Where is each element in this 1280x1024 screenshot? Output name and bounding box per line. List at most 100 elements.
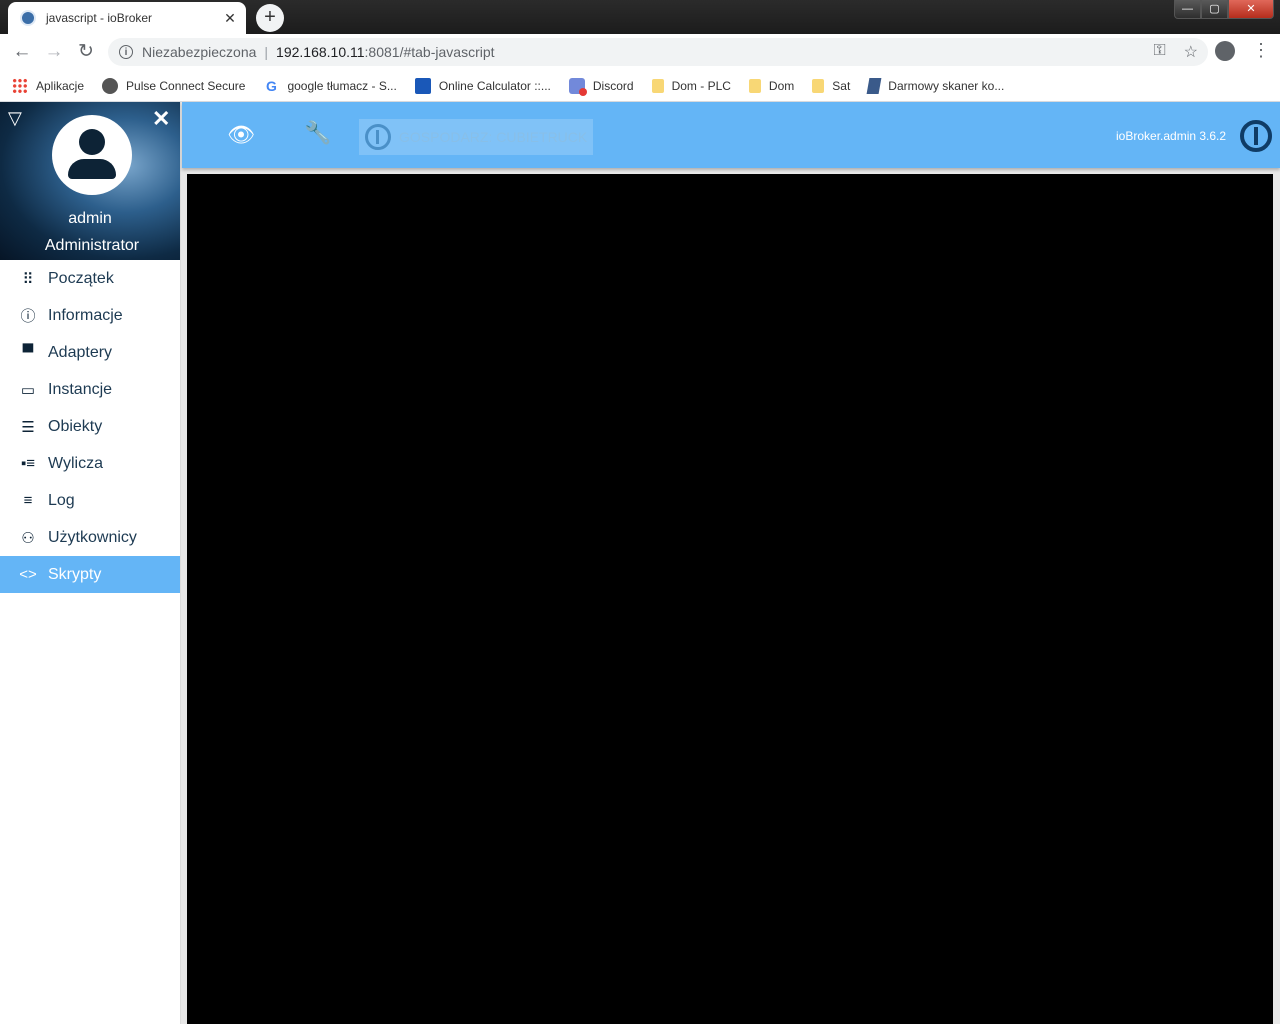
bookmark-label: Dom - PLC — [671, 78, 731, 93]
user-icon: ⚇ — [21, 529, 35, 547]
bookmarks-bar: Aplikacje Pulse Connect Secure G google … — [0, 70, 1280, 102]
close-window-button[interactable]: ✕ — [1228, 0, 1274, 19]
minimize-button[interactable]: — — [1174, 0, 1201, 19]
apps-icon — [12, 77, 28, 94]
bookmark-label: Sat — [832, 78, 851, 93]
security-label: Niezabezpieczona — [142, 44, 257, 60]
bookmark-sat[interactable]: Sat — [812, 78, 851, 93]
menu-item-label: Instancje — [48, 380, 113, 398]
menu-item-log[interactable]: ≡ Log — [0, 482, 180, 519]
log-icon: ≡ — [23, 492, 33, 509]
menu-item-wylicza[interactable]: ▪≡ Wylicza — [0, 445, 180, 482]
instances-icon: ▭ — [20, 381, 36, 399]
menu-item-label: Informacje — [48, 306, 123, 324]
menu-item-label: Skrypty — [48, 565, 102, 583]
bookmark-scanner[interactable]: Darmowy skaner ko... — [866, 77, 1005, 94]
scanner-icon — [866, 77, 882, 94]
iobroker-favicon-icon — [20, 10, 36, 26]
menu-item-poczatek[interactable]: ⠿ Początek — [0, 260, 180, 297]
app-bar: 👁 🔧 GOSPODARZ: CUBIETRUCK ioBroker.admin… — [182, 102, 1280, 168]
folder-icon — [812, 78, 825, 93]
user-group: Administrator — [44, 237, 140, 254]
profile-icon[interactable] — [1215, 41, 1235, 61]
menu-item-label: Log — [48, 491, 75, 509]
new-tab-button[interactable]: + — [256, 4, 284, 32]
admin-version: ioBroker.admin 3.6.2 — [1116, 129, 1227, 143]
folder-icon — [651, 78, 664, 93]
menu-item-uzytkownicy[interactable]: ⚇ Użytkownicy — [0, 519, 180, 556]
menu-item-label: Obiekty — [48, 417, 103, 435]
address-bar[interactable]: i Niezabezpieczona | 192.168.10.11:8081/… — [108, 38, 1208, 66]
menu-item-obiekty[interactable]: ☰ Obiekty — [0, 408, 180, 445]
bookmark-google-translate[interactable]: G google tłumacz - S... — [263, 77, 397, 94]
script-editor-frame[interactable] — [187, 174, 1273, 1024]
bookmark-dom-plc[interactable]: Dom - PLC — [651, 78, 731, 93]
code-icon: <> — [19, 566, 37, 583]
bookmark-pulse[interactable]: Pulse Connect Secure — [102, 77, 246, 94]
tab-title: javascript - ioBroker — [46, 11, 153, 25]
address-path: :8081/#tab-javascript — [364, 44, 495, 60]
menu-item-adaptery[interactable]: ▀ Adaptery — [0, 334, 180, 371]
menu-item-instancje[interactable]: ▭ Instancje — [0, 371, 180, 408]
tab-close-icon[interactable]: ✕ — [220, 10, 240, 27]
menu-icon[interactable]: ⋮ — [1252, 40, 1270, 61]
eye-icon[interactable]: 👁 — [227, 122, 255, 148]
menu-item-informacje[interactable]: ⓘ Informacje — [0, 297, 180, 334]
wrench-icon[interactable]: 🔧 — [304, 120, 331, 146]
address-host: 192.168.10.11 — [276, 44, 365, 60]
avatar — [52, 115, 132, 195]
pulse-icon — [102, 77, 119, 94]
drawer-menu: ⠿ Początek ⓘ Informacje ▀ Adaptery ▭ Ins… — [0, 260, 180, 593]
browser-tab[interactable]: javascript - ioBroker ✕ — [8, 2, 246, 34]
bookmark-label: Pulse Connect Secure — [126, 78, 246, 93]
bookmark-label: Dom — [768, 78, 795, 93]
site-info-icon[interactable]: i — [119, 45, 133, 59]
iobroker-app: ▽ ✕ admin Administrator ⠿ Początek ⓘ Inf… — [0, 102, 1280, 1024]
browser-titlebar: javascript - ioBroker ✕ + — ▢ ✕ — [0, 0, 1280, 34]
browser-toolbar: ← → ↻ i Niezabezpieczona | 192.168.10.11… — [0, 34, 1280, 70]
bookmark-aplikacje[interactable]: Aplikacje — [12, 77, 85, 94]
discord-icon — [568, 77, 587, 96]
bookmark-label: Darmowy skaner ko... — [888, 78, 1005, 93]
collapse-drawer-icon[interactable]: ▽ — [8, 108, 22, 129]
key-icon[interactable]: ⚿ — [1153, 42, 1165, 62]
menu-item-label: Użytkownicy — [48, 528, 137, 546]
reload-button[interactable]: ↻ — [73, 39, 99, 65]
menu-item-label: Początek — [48, 269, 114, 287]
bookmark-label: Discord — [592, 78, 634, 93]
host-label: GOSPODARZ: CUBIETRUCK — [399, 129, 588, 145]
back-button[interactable]: ← — [9, 39, 35, 65]
address-separator: | — [264, 44, 269, 60]
bookmark-label: Online Calculator ::... — [438, 78, 551, 93]
user-name: admin — [68, 210, 112, 227]
avatar-head — [79, 129, 105, 155]
folder-icon — [748, 78, 761, 93]
maximize-button[interactable]: ▢ — [1201, 0, 1228, 19]
close-drawer-icon[interactable]: ✕ — [152, 106, 170, 132]
menu-item-label: Adaptery — [48, 343, 113, 361]
host-logo-icon — [365, 124, 391, 150]
bookmark-label: google tłumacz - S... — [287, 78, 397, 93]
iobroker-logo-icon — [1240, 120, 1272, 152]
bookmark-calculator[interactable]: Online Calculator ::... — [414, 77, 551, 94]
grid-icon: ⠿ — [22, 270, 34, 288]
bookmark-discord[interactable]: Discord — [568, 77, 634, 96]
forward-button[interactable]: → — [41, 39, 67, 65]
avatar-body — [68, 159, 116, 179]
address-actions: ⚿ ☆ — [1153, 42, 1198, 62]
store-icon: ▀ — [22, 344, 34, 361]
star-icon[interactable]: ☆ — [1184, 42, 1198, 62]
bookmark-label: Aplikacje — [36, 78, 85, 93]
list-icon: ☰ — [21, 418, 35, 436]
enum-icon: ▪≡ — [20, 455, 36, 472]
bookmark-dom[interactable]: Dom — [748, 78, 795, 93]
window-controls: — ▢ ✕ — [1174, 0, 1274, 19]
menu-item-skrypty[interactable]: <> Skrypty — [0, 556, 180, 593]
google-icon: G — [265, 77, 277, 94]
menu-item-label: Wylicza — [48, 454, 103, 472]
host-selector[interactable]: GOSPODARZ: CUBIETRUCK — [359, 119, 593, 155]
info-icon: ⓘ — [20, 308, 36, 325]
side-drawer: ▽ ✕ admin Administrator ⠿ Początek ⓘ Inf… — [0, 102, 181, 1024]
calculator-icon — [414, 77, 431, 94]
drawer-header: ▽ ✕ admin Administrator — [0, 102, 180, 260]
